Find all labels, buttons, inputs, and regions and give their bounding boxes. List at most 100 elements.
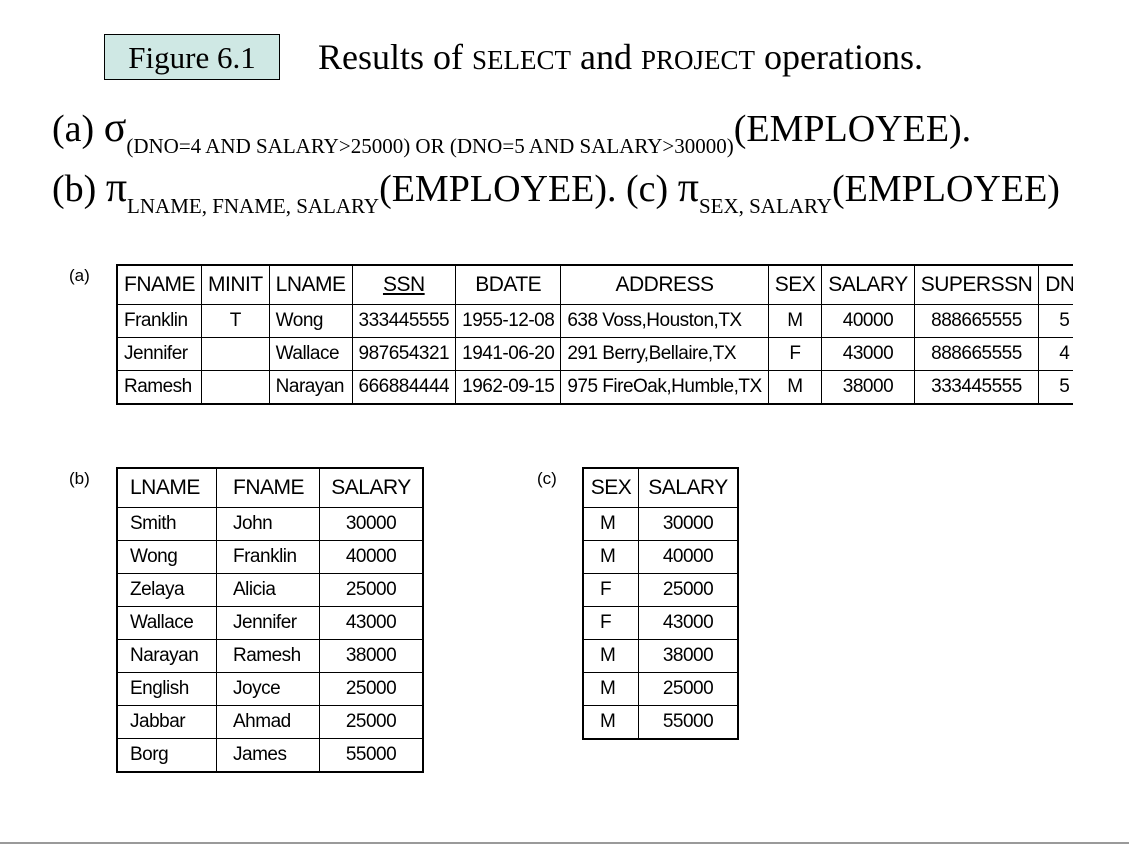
table-row: M 55000 — [582, 705, 739, 740]
pi-operator-b: π — [105, 165, 128, 211]
cell-fname: John — [216, 507, 320, 541]
cell-fname: Alicia — [216, 573, 320, 607]
cell-salary: 43000 — [638, 606, 739, 640]
col-header-lname: LNAME — [116, 467, 217, 508]
table-a-label: (a) — [69, 266, 90, 285]
cell-sex: M — [582, 540, 639, 574]
projection-list-c: SEX, SALARY — [698, 194, 832, 218]
figure-caption: Results of SELECT and PROJECT operations… — [318, 34, 923, 83]
col-header-ssn: SSN — [352, 264, 457, 305]
caption-mid: and — [571, 37, 641, 77]
cell-sex: F — [582, 606, 639, 640]
cell-salary: 55000 — [638, 705, 739, 740]
cell-ssn: 987654321 — [352, 337, 457, 371]
table-row: Wallace Jennifer 43000 — [116, 606, 424, 640]
cell-salary: 30000 — [638, 507, 739, 541]
cell-salary: 40000 — [319, 540, 424, 574]
col-header-bdate: BDATE — [455, 264, 562, 305]
col-header-sex: SEX — [768, 264, 823, 305]
table-row: Jabbar Ahmad 25000 — [116, 705, 424, 739]
caption-post: operations. — [755, 37, 923, 77]
pi-operator-c: π — [677, 165, 699, 211]
cell-salary: 43000 — [821, 337, 915, 371]
table-header-row: SEX SALARY — [582, 467, 739, 508]
cell-sex: M — [582, 672, 639, 706]
caption-project: PROJECT — [641, 45, 756, 75]
cell-salary: 25000 — [638, 573, 739, 607]
cell-lname: Borg — [116, 738, 217, 773]
expression-a: (a) σ(DNO=4 AND SALARY>25000) OR (DNO=5 … — [52, 104, 972, 157]
table-row: Ramesh Narayan 666884444 1962-09-15 975 … — [116, 370, 1073, 405]
table-row: F 25000 — [582, 573, 739, 607]
col-header-salary: SALARY — [319, 467, 424, 508]
project-lname-fname-salary-table: LNAME FNAME SALARY Smith John 30000 Wong Fr… — [116, 467, 424, 773]
cell-ssn: 333445555 — [352, 304, 457, 338]
cell-fname: James — [216, 738, 320, 773]
cell-lname: Smith — [116, 507, 217, 541]
cell-minit — [201, 337, 270, 371]
table-row: Borg James 55000 — [116, 738, 424, 773]
cell-salary: 25000 — [319, 705, 424, 739]
cell-fname: Ramesh — [116, 370, 202, 405]
cell-salary: 38000 — [821, 370, 915, 405]
cell-salary: 55000 — [319, 738, 424, 773]
cell-fname: Ramesh — [216, 639, 320, 673]
cell-fname: Joyce — [216, 672, 320, 706]
cell-lname: Wallace — [116, 606, 217, 640]
cell-sex: M — [582, 639, 639, 673]
table-c-label: (c) — [537, 469, 557, 488]
cell-minit — [201, 370, 270, 405]
expr-a-relation: (EMPLOYEE). — [733, 108, 972, 150]
cell-superssn: 888665555 — [914, 337, 1040, 371]
cell-superssn: 888665555 — [914, 304, 1040, 338]
cell-address: 291 Berry,Bellaire,TX — [560, 337, 769, 371]
table-header-row: LNAME FNAME SALARY — [116, 467, 424, 508]
table-row: M 38000 — [582, 639, 739, 673]
cell-sex: M — [582, 705, 639, 740]
cell-salary: 30000 — [319, 507, 424, 541]
projection-list-b: LNAME, FNAME, SALARY — [127, 194, 380, 218]
cell-salary: 38000 — [319, 639, 424, 673]
cell-fname: Ahmad — [216, 705, 320, 739]
col-header-fname: FNAME — [216, 467, 320, 508]
table-row: Franklin T Wong 333445555 1955-12-08 638… — [116, 304, 1073, 338]
cell-bdate: 1962-09-15 — [455, 370, 562, 405]
cell-lname: English — [116, 672, 217, 706]
cell-lname: Jabbar — [116, 705, 217, 739]
cell-salary: 25000 — [319, 672, 424, 706]
col-header-lname: LNAME — [269, 264, 353, 305]
cell-salary: 25000 — [638, 672, 739, 706]
cell-dno: 5 — [1038, 304, 1073, 338]
table-row: M 40000 — [582, 540, 739, 574]
cell-ssn: 666884444 — [352, 370, 457, 405]
caption-pre: Results of — [318, 37, 473, 77]
select-condition: (DNO=4 AND SALARY>25000) OR (DNO=5 AND S… — [126, 134, 734, 158]
col-header-fname: FNAME — [116, 264, 202, 305]
table-row: F 43000 — [582, 606, 739, 640]
table-row: Narayan Ramesh 38000 — [116, 639, 424, 673]
col-header-superssn: SUPERSSN — [914, 264, 1040, 305]
cell-lname: Zelaya — [116, 573, 217, 607]
cell-superssn: 333445555 — [914, 370, 1040, 405]
cell-lname: Narayan — [269, 370, 353, 405]
select-result-table: FNAME MINIT LNAME SSN BDATE ADDRESS SEX … — [116, 264, 1073, 405]
cell-fname: Jennifer — [116, 337, 202, 371]
table-row: Wong Franklin 40000 — [116, 540, 424, 574]
cell-lname: Wong — [116, 540, 217, 574]
expr-b-label: (b) — [52, 168, 106, 210]
expression-b-c: (b) πLNAME, FNAME, SALARY(EMPLOYEE). (c)… — [52, 164, 1060, 217]
cell-sex: M — [768, 370, 823, 405]
cell-salary: 38000 — [638, 639, 739, 673]
col-header-salary: SALARY — [638, 467, 739, 508]
expr-c-label: (c) — [626, 168, 678, 210]
cell-fname: Franklin — [116, 304, 202, 338]
cell-bdate: 1941-06-20 — [455, 337, 562, 371]
col-header-dno: DNO — [1038, 264, 1073, 305]
project-sex-salary-table: SEX SALARY M 30000 M 40000 F 25000 F 43000 M… — [582, 467, 739, 740]
cell-lname: Narayan — [116, 639, 217, 673]
cell-address: 975 FireOak,Humble,TX — [560, 370, 769, 405]
table-row: Jennifer Wallace 987654321 1941-06-20 29… — [116, 337, 1073, 371]
cell-bdate: 1955-12-08 — [455, 304, 562, 338]
table-row: M 30000 — [582, 507, 739, 541]
table-row: Zelaya Alicia 25000 — [116, 573, 424, 607]
